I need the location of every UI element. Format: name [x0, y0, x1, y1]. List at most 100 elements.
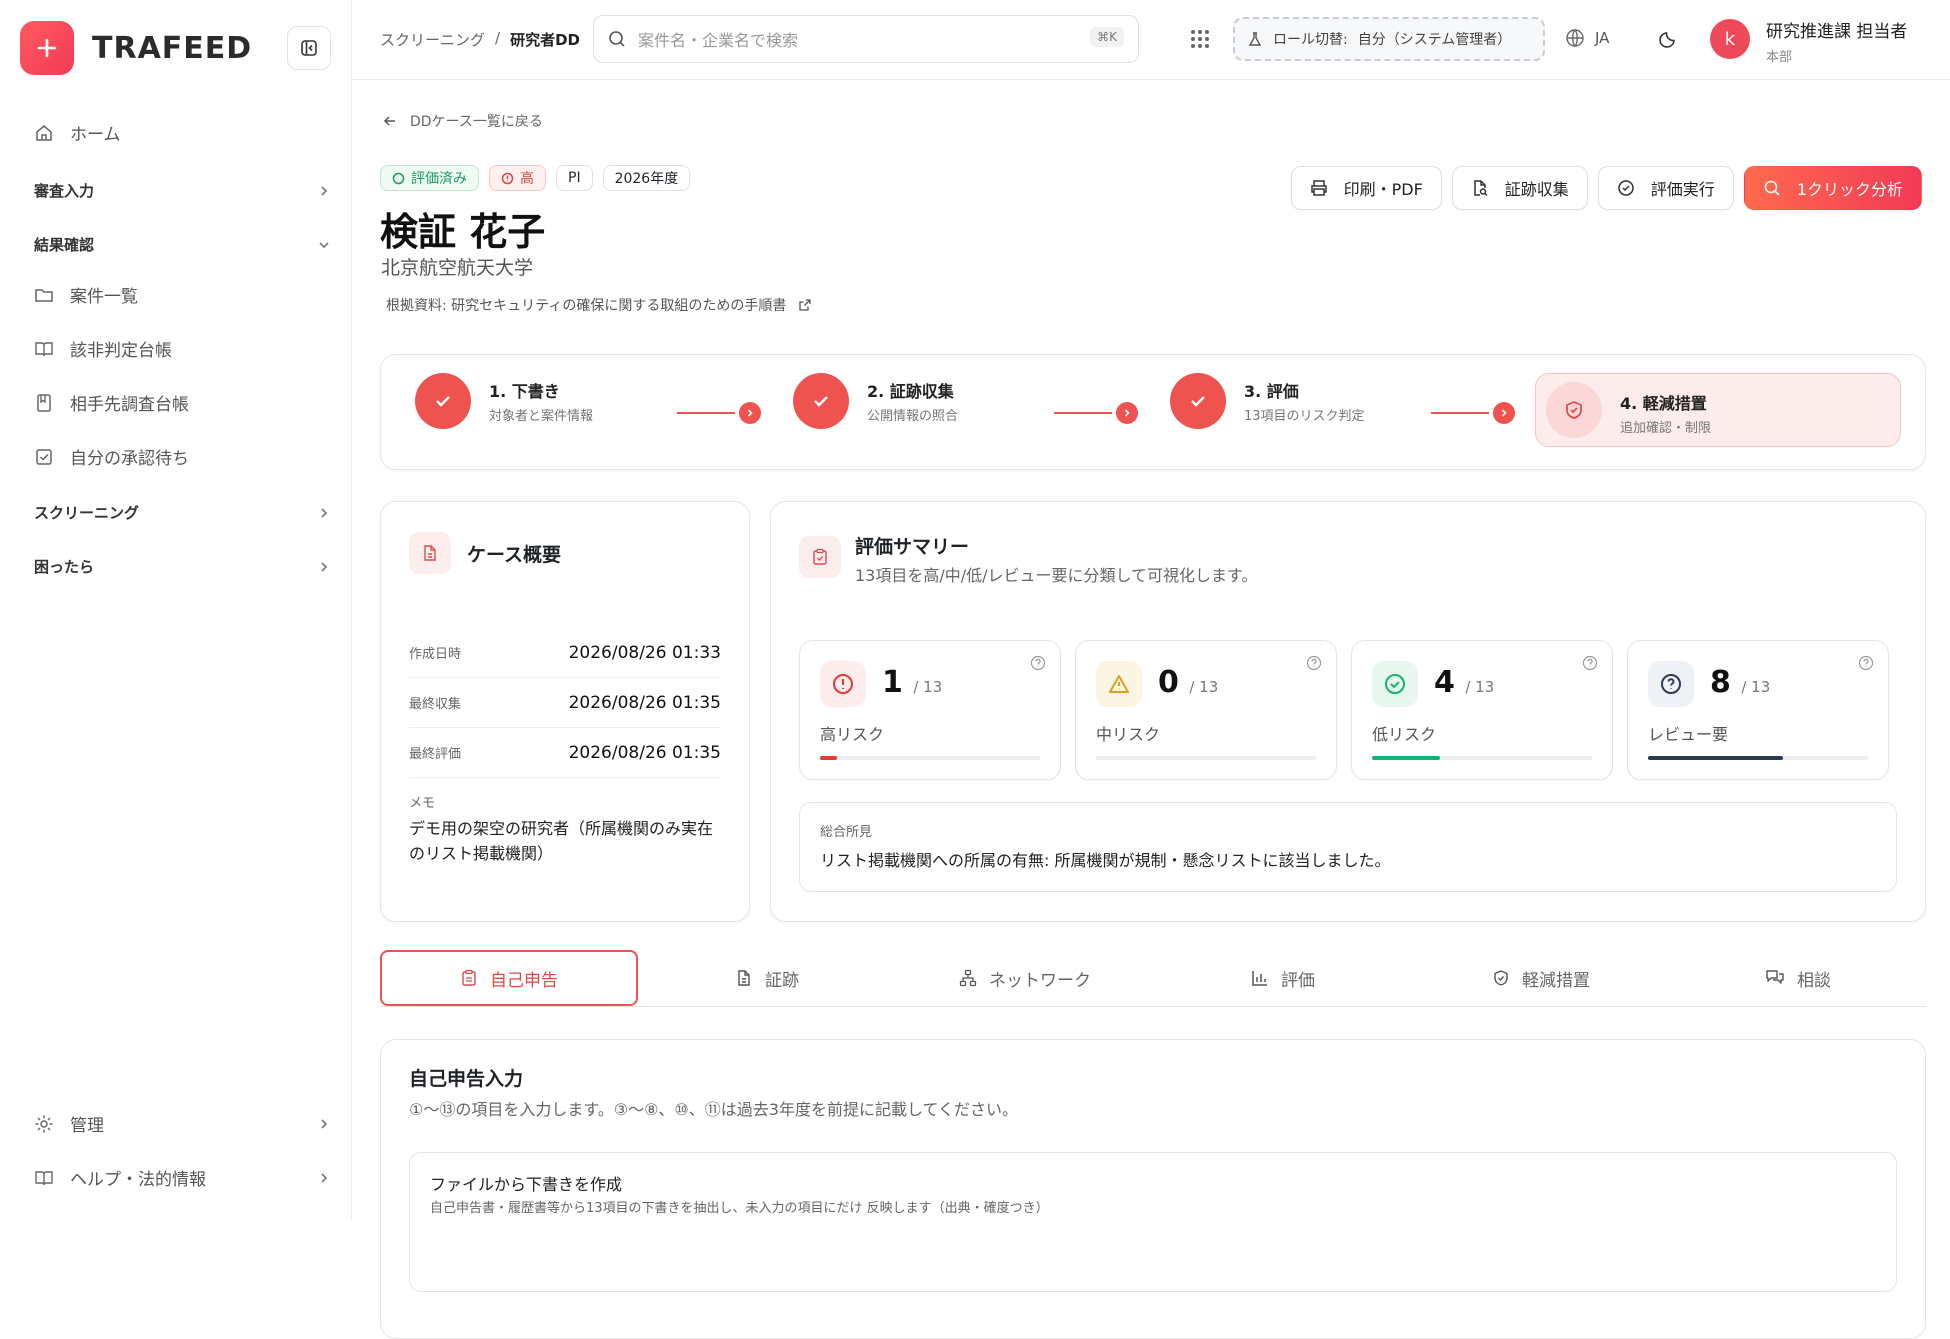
back-link[interactable]: DDケース一覧に戻る: [382, 111, 543, 131]
risk-label: 高リスク: [820, 721, 884, 745]
chevron-right-icon: [1493, 402, 1515, 424]
status-badge: 評価済み: [380, 165, 479, 191]
breadcrumb-current: 研究者DD: [510, 29, 580, 50]
section-title: 自己申告入力: [409, 1064, 523, 1091]
help-icon[interactable]: [1306, 655, 1322, 671]
risk-card-medium[interactable]: 0 / 13 中リスク: [1075, 640, 1337, 780]
check-icon: [793, 373, 849, 429]
user-name: 研究推進課 担当者: [1766, 17, 1907, 42]
sidebar-item-label: 該非判定台帳: [70, 336, 172, 361]
button-label: 1クリック分析: [1797, 176, 1903, 200]
findings-text: リスト掲載機関への所属の有無: 所属機関が規制・懸念リストに該当しました。: [820, 847, 1390, 871]
sidebar-group-help[interactable]: 困ったら: [34, 556, 331, 577]
home-icon: [34, 123, 54, 143]
sidebar-item-my-approvals[interactable]: 自分の承認待ち: [34, 444, 189, 469]
role-switcher[interactable]: ロール切替: 自分（システム管理者）: [1233, 17, 1545, 61]
tab-label: 証跡: [765, 966, 799, 991]
step-collect[interactable]: 2. 証跡収集公開情報の照合: [793, 373, 958, 429]
user-info[interactable]: 研究推進課 担当者 本部: [1766, 17, 1907, 65]
basis-text: 根拠資料: 研究セキュリティの確保に関する取組のための手順書: [386, 295, 786, 315]
sidebar-group-screening[interactable]: スクリーニング: [34, 502, 331, 523]
sidebar-item-cases[interactable]: 案件一覧: [34, 282, 138, 307]
clipboard-icon: [460, 969, 478, 987]
help-icon[interactable]: [1858, 655, 1874, 671]
run-evaluation-button[interactable]: 評価実行: [1598, 166, 1734, 210]
document-icon: [409, 532, 451, 574]
breadcrumb-item[interactable]: スクリーニング: [380, 29, 485, 50]
risk-count-total: / 13: [913, 678, 942, 696]
status-badge-label: 評価済み: [411, 168, 467, 188]
sidebar-item-home[interactable]: ホーム: [34, 120, 121, 145]
admin-label-wrap: 管理: [34, 1111, 104, 1136]
sidebar-item-label: ホーム: [70, 120, 121, 145]
sidebar-group-results[interactable]: 結果確認: [34, 234, 331, 255]
step-draft[interactable]: 1. 下書き対象者と案件情報: [415, 373, 593, 429]
risk-progress-track: [820, 756, 1040, 760]
help-icon[interactable]: [1030, 655, 1046, 671]
step-evaluate[interactable]: 3. 評価13項目のリスク判定: [1170, 373, 1365, 429]
search-input[interactable]: 案件名・企業名で検索 ⌘K: [593, 15, 1139, 63]
tab-label: 相談: [1797, 966, 1831, 991]
theme-toggle-moon-icon[interactable]: [1659, 28, 1679, 48]
tab-evaluation[interactable]: 評価: [1154, 950, 1412, 1006]
panel-collapse-icon: [300, 39, 318, 57]
role-value: 自分（システム管理者）: [1358, 29, 1512, 49]
step-connector: [677, 402, 761, 424]
risk-count: 8 / 13: [1710, 665, 1770, 700]
sidebar-item-label: 相手先調査台帳: [70, 390, 189, 415]
external-link-icon: [798, 298, 812, 312]
question-circle-icon: [1648, 661, 1694, 707]
clipboard-icon: [799, 536, 841, 578]
alert-circle-icon: [820, 661, 866, 707]
role-badge: PI: [556, 165, 593, 191]
help-icon[interactable]: [1582, 655, 1598, 671]
tab-label: 評価: [1281, 966, 1315, 991]
tab-self-report[interactable]: 自己申告: [380, 950, 638, 1006]
risk-progress-track: [1096, 756, 1316, 760]
sidebar-group-legal[interactable]: ヘルプ・法的情報: [34, 1165, 331, 1190]
risk-card-high[interactable]: 1 / 13 高リスク: [799, 640, 1061, 780]
user-org: 本部: [1766, 46, 1907, 65]
sidebar-item-counterparty-ledger[interactable]: 相手先調査台帳: [34, 390, 189, 415]
button-label: 評価実行: [1651, 176, 1715, 200]
tab-evidence[interactable]: 証跡: [638, 950, 896, 1006]
collect-evidence-button[interactable]: 証跡収集: [1452, 166, 1588, 210]
print-pdf-button[interactable]: 印刷・PDF: [1291, 166, 1442, 210]
one-click-analysis-button[interactable]: 1クリック分析: [1744, 166, 1922, 210]
sidebar-collapse-button[interactable]: [287, 26, 331, 70]
chevron-right-icon: [317, 1171, 331, 1185]
tab-consultation[interactable]: 相談: [1670, 950, 1926, 1006]
page-title: 検証 花子: [380, 201, 545, 256]
step-connector: [1431, 402, 1515, 424]
breadcrumb: スクリーニング / 研究者DD: [380, 29, 580, 50]
risk-card-low[interactable]: 4 / 13 低リスク: [1351, 640, 1613, 780]
step-desc: 追加確認・制限: [1620, 417, 1711, 436]
risk-count-value: 4: [1434, 665, 1455, 700]
sidebar-item-classification-ledger[interactable]: 該非判定台帳: [34, 336, 172, 361]
language-switcher[interactable]: JA: [1565, 28, 1609, 48]
apps-grid-icon[interactable]: [1189, 28, 1211, 50]
draft-from-file-box[interactable]: ファイルから下書きを作成 自己申告書・履歴書等から13項目の下書きを抽出し、未入…: [409, 1152, 1897, 1292]
risk-card-review[interactable]: 8 / 13 レビュー要: [1627, 640, 1889, 780]
basis-link[interactable]: 根拠資料: 研究セキュリティの確保に関する取組のための手順書: [386, 295, 812, 315]
app-logo[interactable]: TRAFEED: [20, 21, 252, 75]
globe-icon: [1565, 28, 1585, 48]
legal-label-wrap: ヘルプ・法的情報: [34, 1165, 206, 1190]
step-mitigation[interactable]: 4. 軽減措置 追加確認・制限: [1535, 373, 1901, 447]
alert-circle-icon: [501, 172, 514, 185]
tab-mitigation[interactable]: 軽減措置: [1412, 950, 1670, 1006]
check-icon: [1170, 373, 1226, 429]
tab-network[interactable]: ネットワーク: [896, 950, 1154, 1006]
sidebar-group-admin[interactable]: 管理: [34, 1111, 331, 1136]
file-search-icon: [1471, 179, 1489, 197]
row-value: 2026/08/26 01:33: [569, 643, 721, 663]
sidebar-group-review-input[interactable]: 審査入力: [34, 180, 331, 201]
case-tabs: 自己申告 証跡 ネットワーク 評価 軽減措置 相談: [380, 950, 1926, 1007]
group-label: 結果確認: [34, 234, 94, 255]
risk-badge-label: 高: [520, 168, 534, 188]
last-evaluated-row: 最終評価2026/08/26 01:35: [409, 728, 721, 778]
tab-label: 軽減措置: [1522, 966, 1590, 991]
risk-label: レビュー要: [1648, 721, 1728, 745]
avatar[interactable]: k: [1710, 19, 1750, 59]
search-icon: [608, 30, 626, 48]
